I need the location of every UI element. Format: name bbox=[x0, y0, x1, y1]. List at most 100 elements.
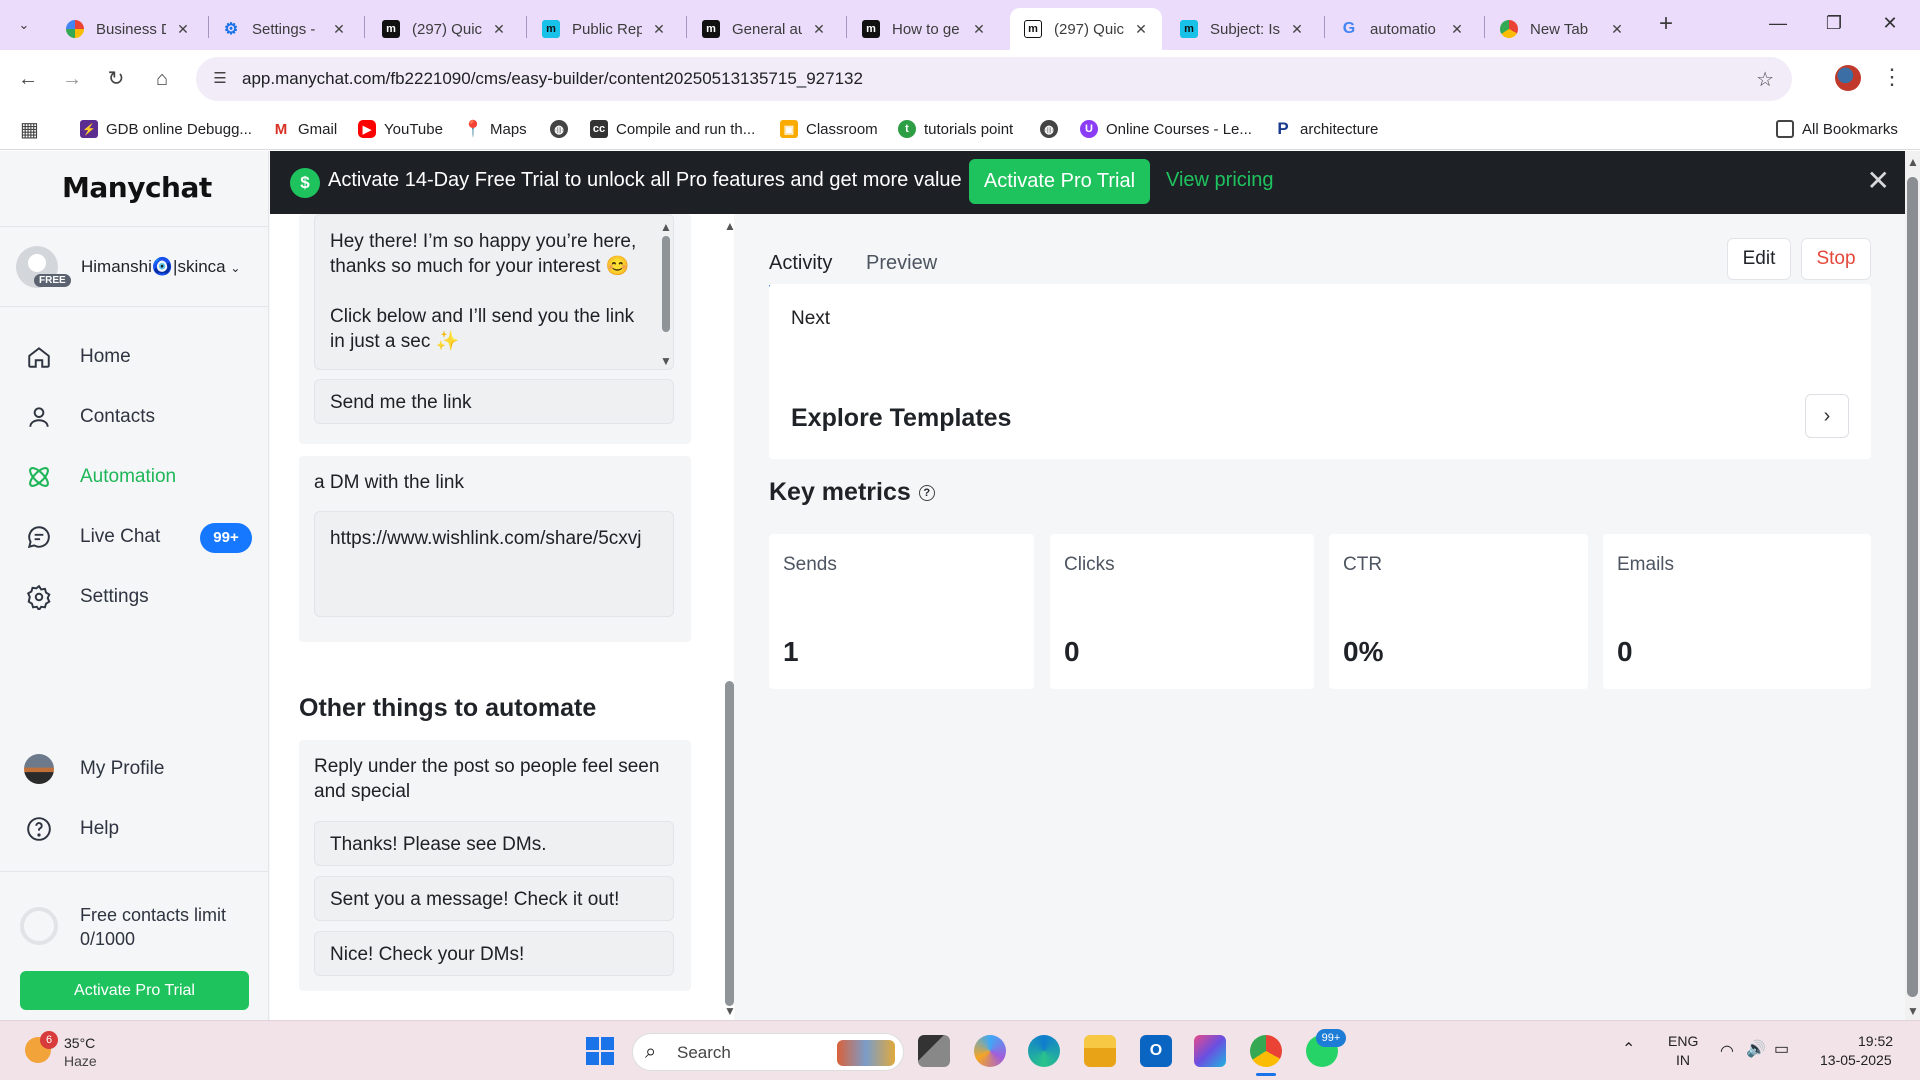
manychat-logo[interactable]: Manychat bbox=[62, 171, 212, 204]
scroll-up-icon[interactable]: ▲ bbox=[660, 220, 672, 234]
file-explorer-icon[interactable] bbox=[1084, 1035, 1116, 1067]
bookmark-item[interactable]: ▶ YouTube bbox=[358, 116, 443, 142]
opening-message-textarea[interactable]: Hey there! I’m so happy you’re here, tha… bbox=[314, 214, 674, 370]
browser-tab[interactable]: m (297) Quic ✕ bbox=[368, 8, 520, 50]
close-tab-icon[interactable]: ✕ bbox=[174, 20, 192, 38]
tab-activity[interactable]: Activity bbox=[769, 252, 833, 287]
bookmark-item[interactable]: cc Compile and run th... bbox=[590, 116, 755, 142]
chevron-up-icon[interactable]: ⌃ bbox=[1622, 1039, 1635, 1059]
language-label[interactable]: ENG bbox=[1668, 1033, 1698, 1049]
sidebar-item-automation[interactable]: Automation bbox=[24, 457, 254, 497]
wifi-icon[interactable]: ◠ bbox=[1720, 1041, 1734, 1061]
copilot-icon[interactable] bbox=[974, 1035, 1006, 1067]
close-tab-icon[interactable]: ✕ bbox=[1448, 20, 1466, 38]
browser-tab[interactable]: G automatio ✕ bbox=[1326, 8, 1478, 50]
browser-tab[interactable]: ⚙ Settings - ✕ bbox=[208, 8, 360, 50]
sidebar-item-home[interactable]: Home bbox=[24, 337, 254, 377]
battery-icon[interactable]: ▭ bbox=[1774, 1039, 1789, 1059]
help-circle-icon[interactable]: ? bbox=[918, 485, 935, 502]
reload-icon[interactable]: ↻ bbox=[100, 63, 132, 95]
taskbar-search[interactable]: ⌕ Search bbox=[632, 1033, 904, 1071]
sidebar-item-contacts[interactable]: Contacts bbox=[24, 397, 254, 437]
address-bar[interactable]: ☰ app.manychat.com/fb2221090/cms/easy-bu… bbox=[196, 57, 1792, 101]
sidebar-item-help[interactable]: Help bbox=[24, 809, 254, 849]
page-scroll-down-icon[interactable]: ▼ bbox=[1907, 1004, 1919, 1018]
page-scroll-up-icon[interactable]: ▲ bbox=[1907, 155, 1919, 169]
tab-search-dropdown-icon[interactable]: ⌄ bbox=[10, 12, 38, 38]
new-tab-plus-icon[interactable]: + bbox=[1652, 11, 1680, 39]
scroll-down-icon[interactable]: ▼ bbox=[660, 354, 672, 368]
bookmark-star-icon[interactable]: ☆ bbox=[1756, 67, 1774, 92]
all-bookmarks[interactable]: All Bookmarks bbox=[1776, 116, 1898, 142]
bookmark-item[interactable]: M Gmail bbox=[272, 116, 337, 142]
close-banner-icon[interactable]: ✕ bbox=[1867, 165, 1890, 197]
more-menu-icon[interactable]: ⋮ bbox=[1880, 63, 1904, 93]
dm-link-textarea[interactable]: https://www.wishlink.com/share/5cxvj bbox=[314, 511, 674, 617]
windows-start-icon[interactable] bbox=[584, 1035, 616, 1067]
explore-templates-heading[interactable]: Explore Templates bbox=[791, 404, 1011, 433]
bookmark-item[interactable]: U Online Courses - Le... bbox=[1080, 116, 1252, 142]
volume-icon[interactable]: 🔊 bbox=[1746, 1039, 1766, 1059]
clock-date[interactable]: 13-05-2025 bbox=[1820, 1052, 1892, 1068]
browser-tab[interactable]: m Public Rep ✕ bbox=[528, 8, 680, 50]
forward-arrow-icon[interactable]: → bbox=[56, 63, 88, 95]
stop-button[interactable]: Stop bbox=[1801, 238, 1871, 280]
profile-avatar-icon[interactable] bbox=[1835, 65, 1861, 91]
weather-widget[interactable]: 6 35°C Haze bbox=[20, 1031, 140, 1071]
bookmark-item[interactable]: P architecture bbox=[1274, 116, 1378, 142]
back-arrow-icon[interactable]: ← bbox=[12, 63, 44, 95]
apps-grid-icon[interactable]: ▦ bbox=[20, 116, 39, 142]
bookmark-item[interactable]: 📍 Maps bbox=[463, 116, 527, 142]
home-icon[interactable]: ⌂ bbox=[146, 63, 178, 95]
tab-preview[interactable]: Preview bbox=[866, 252, 937, 285]
page-scrollbar-thumb[interactable] bbox=[1907, 177, 1918, 997]
outlook-icon[interactable]: O bbox=[1140, 1035, 1172, 1067]
close-tab-icon[interactable]: ✕ bbox=[810, 20, 828, 38]
reply-option[interactable]: Sent you a message! Check it out! bbox=[314, 876, 674, 921]
close-tab-icon[interactable]: ✕ bbox=[650, 20, 668, 38]
textarea-scrollbar-thumb[interactable] bbox=[662, 236, 670, 332]
close-tab-icon[interactable]: ✕ bbox=[1288, 20, 1306, 38]
minimize-icon[interactable]: — bbox=[1750, 0, 1806, 46]
chrome-taskbar-icon[interactable] bbox=[1250, 1035, 1282, 1067]
browser-tab[interactable]: m Subject: Is ✕ bbox=[1166, 8, 1318, 50]
site-info-icon[interactable]: ☰ bbox=[210, 69, 230, 89]
task-view-icon[interactable] bbox=[918, 1035, 950, 1067]
sidebar-item-live-chat[interactable]: Live Chat 99+ bbox=[24, 517, 254, 557]
browser-tab[interactable]: Business D ✕ bbox=[52, 8, 204, 50]
close-window-icon[interactable]: ✕ bbox=[1862, 0, 1918, 46]
browser-tab[interactable]: New Tab ✕ bbox=[1486, 8, 1638, 50]
bookmark-item[interactable]: ◍ bbox=[550, 116, 576, 142]
restore-icon[interactable]: ❐ bbox=[1806, 0, 1862, 46]
bookmark-item[interactable]: ⚡ GDB online Debugg... bbox=[80, 116, 252, 142]
edit-button[interactable]: Edit bbox=[1727, 238, 1791, 280]
close-tab-icon[interactable]: ✕ bbox=[1132, 20, 1150, 38]
browser-tab[interactable]: m General au ✕ bbox=[688, 8, 840, 50]
column-scrollbar-thumb[interactable] bbox=[725, 681, 734, 1006]
send-link-button[interactable]: Send me the link bbox=[314, 379, 674, 424]
tab-title: Public Rep bbox=[572, 20, 642, 38]
reply-option[interactable]: Nice! Check your DMs! bbox=[314, 931, 674, 976]
sidebar-item-my-profile[interactable]: My Profile bbox=[24, 749, 254, 789]
bookmark-item[interactable]: ▣ Classroom bbox=[780, 116, 878, 142]
chevron-right-icon[interactable]: › bbox=[1805, 394, 1849, 438]
bookmark-item[interactable]: ◍ bbox=[1040, 116, 1066, 142]
bookmark-item[interactable]: t tutorials point bbox=[898, 116, 1013, 142]
close-tab-icon[interactable]: ✕ bbox=[330, 20, 348, 38]
banner-activate-button[interactable]: Activate Pro Trial bbox=[969, 159, 1150, 204]
close-tab-icon[interactable]: ✕ bbox=[970, 20, 988, 38]
view-pricing-link[interactable]: View pricing bbox=[1166, 169, 1273, 192]
m365-icon[interactable] bbox=[1194, 1035, 1226, 1067]
account-switcher[interactable]: FREE Himanshi🧿|skinca ⌄ bbox=[16, 246, 256, 292]
url-text[interactable]: app.manychat.com/fb2221090/cms/easy-buil… bbox=[242, 69, 863, 89]
region-label[interactable]: IN bbox=[1676, 1052, 1690, 1068]
sidebar-item-settings[interactable]: Settings bbox=[24, 577, 254, 617]
browser-tab-active[interactable]: m (297) Quic ✕ bbox=[1010, 8, 1162, 50]
browser-tab[interactable]: m How to ge ✕ bbox=[848, 8, 1000, 50]
close-tab-icon[interactable]: ✕ bbox=[1608, 20, 1626, 38]
activate-pro-trial-button[interactable]: Activate Pro Trial bbox=[20, 971, 249, 1010]
reply-option[interactable]: Thanks! Please see DMs. bbox=[314, 821, 674, 866]
edge-icon[interactable] bbox=[1028, 1035, 1060, 1067]
close-tab-icon[interactable]: ✕ bbox=[490, 20, 508, 38]
clock-time[interactable]: 19:52 bbox=[1858, 1033, 1893, 1049]
